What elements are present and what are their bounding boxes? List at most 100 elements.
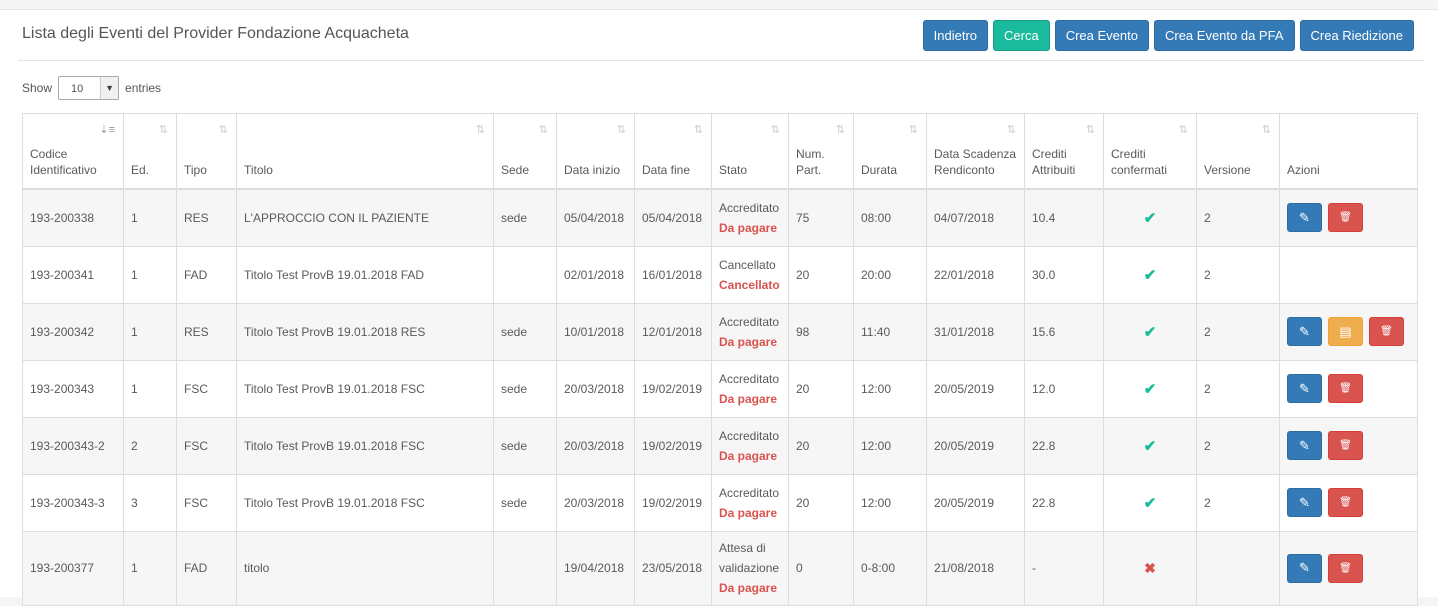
column-header-label: Data Scadenza Rendiconto (934, 147, 1017, 177)
sort-icon: ⇅ (1178, 124, 1188, 136)
payment-status-text: Da pagare (719, 334, 778, 349)
cell-stato: Accreditato Da pagare (711, 188, 789, 247)
cell-confermati: ✔ (1103, 188, 1197, 247)
cell-confermati: ✔ (1103, 416, 1197, 475)
cell-crediti: 30.0 (1024, 245, 1104, 304)
create-event-button[interactable]: Crea Evento (1054, 20, 1149, 51)
column-header[interactable]: Crediti confermati ⇅ (1103, 113, 1197, 190)
edit-button[interactable]: ✎ (1287, 203, 1322, 233)
cell-ed: 1 (123, 188, 177, 247)
delete-button[interactable]: 🗑 (1328, 553, 1363, 583)
cell-fine: 19/02/2019 (634, 359, 712, 418)
search-button[interactable]: Cerca (993, 20, 1050, 51)
delete-button[interactable]: 🗑 (1328, 488, 1363, 517)
column-header[interactable]: Data inizio ⇅ (556, 113, 635, 190)
cell-versione: 2 (1196, 245, 1280, 304)
edit-button[interactable]: ✎ (1287, 374, 1322, 403)
sort-icon: ⇅ (835, 124, 845, 136)
column-header[interactable]: Versione ⇅ (1196, 113, 1280, 190)
create-event-pfa-button[interactable]: Crea Evento da PFA (1153, 20, 1295, 51)
cell-fine: 16/01/2018 (634, 245, 712, 304)
cell-fine: 19/02/2019 (634, 473, 712, 532)
cell-durata: 12:00 (853, 359, 927, 418)
status-text: Accreditato (719, 371, 780, 386)
cell-titolo: titolo (236, 530, 494, 606)
table-row: 193-200343 1 FSC Titolo Test ProvB 19.01.20… (22, 359, 1418, 418)
cell-durata: 0-8:00 (853, 530, 927, 606)
delete-button[interactable]: 🗑 (1328, 431, 1363, 460)
cell-azioni: ✎ 🗑 (1279, 530, 1418, 606)
cell-scadenza: 20/05/2019 (926, 416, 1025, 475)
sort-icon: ⇅ (475, 124, 485, 136)
delete-button[interactable]: 🗑 (1328, 374, 1363, 403)
column-header-label: Crediti confermati (1111, 147, 1168, 177)
pencil-icon: ✎ (1299, 494, 1310, 510)
pencil-icon: ✎ (1299, 323, 1310, 339)
cell-codice: 193-200343 (22, 359, 124, 418)
column-header[interactable]: Crediti Attribuiti ⇅ (1024, 113, 1104, 190)
cell-durata: 12:00 (853, 416, 927, 475)
entries-label: entries (125, 81, 162, 95)
column-header[interactable]: Num. Part. ⇅ (788, 113, 854, 190)
column-header-label: Ed. (131, 163, 150, 177)
pencil-icon: ✎ (1299, 380, 1310, 396)
column-header[interactable]: Ed. ⇅ (123, 113, 177, 190)
create-reedition-button[interactable]: Crea Riedizione (1299, 20, 1414, 51)
cell-sede: sede (493, 473, 557, 532)
column-header[interactable]: Data fine ⇅ (634, 113, 712, 190)
cell-durata: 12:00 (853, 473, 927, 532)
cell-scadenza: 04/07/2018 (926, 188, 1025, 247)
cell-crediti: 15.6 (1024, 302, 1104, 361)
chevron-down-icon: ▼ (100, 77, 119, 99)
cell-confermati: ✔ (1103, 245, 1197, 304)
length-menu: Show 10 ▼ entries (22, 76, 161, 100)
row-actions: ✎ 🗑 (1287, 374, 1410, 403)
delete-button[interactable]: 🗑 (1328, 203, 1363, 233)
table-row: 193-200343-2 2 FSC Titolo Test ProvB 19.01.… (22, 416, 1418, 475)
column-header-label: Crediti Attribuiti (1032, 147, 1076, 177)
delete-button[interactable]: 🗑 (1369, 317, 1404, 346)
payment-status-text: Da pagare (719, 220, 778, 235)
back-button[interactable]: Indietro (922, 20, 989, 51)
cell-tipo: RES (176, 188, 237, 247)
cell-crediti: - (1024, 530, 1104, 606)
entries-select[interactable]: 10 ▼ (58, 76, 120, 100)
cell-ed: 1 (123, 530, 177, 606)
cell-inizio: 02/01/2018 (556, 245, 635, 304)
cell-partecipanti: 0 (788, 530, 854, 606)
document-button[interactable]: ▤ (1328, 317, 1363, 346)
row-actions: ✎ 🗑 (1287, 553, 1410, 583)
column-header[interactable]: Stato ⇅ (711, 113, 789, 190)
payment-status-text: Da pagare (719, 581, 778, 595)
cell-fine: 05/04/2018 (634, 188, 712, 247)
edit-button[interactable]: ✎ (1287, 488, 1322, 517)
column-header[interactable]: Tipo ⇅ (176, 113, 237, 190)
edit-button[interactable]: ✎ (1287, 317, 1322, 346)
cell-crediti: 22.8 (1024, 473, 1104, 532)
cell-inizio: 20/03/2018 (556, 473, 635, 532)
cell-durata: 11:40 (853, 302, 927, 361)
column-header[interactable]: Titolo ⇅ (236, 113, 494, 190)
cell-crediti: 22.8 (1024, 416, 1104, 475)
cell-titolo: L'APPROCCIO CON IL PAZIENTE (236, 188, 494, 247)
sort-icon: ⇅ (218, 124, 228, 136)
pencil-icon: ✎ (1299, 560, 1310, 575)
cell-titolo: Titolo Test ProvB 19.01.2018 FSC (236, 416, 494, 475)
column-header[interactable]: Durata ⇅ (853, 113, 927, 190)
column-header[interactable]: Codice Identificativo ⇣≡ (22, 113, 124, 190)
edit-button[interactable]: ✎ (1287, 431, 1322, 460)
column-header[interactable]: Data Scadenza Rendiconto ⇅ (926, 113, 1025, 190)
column-header-label: Titolo (244, 163, 273, 177)
cell-versione: 2 (1196, 188, 1280, 247)
cell-fine: 12/01/2018 (634, 302, 712, 361)
cell-partecipanti: 20 (788, 473, 854, 532)
cell-stato: Accreditato Da pagare (711, 359, 789, 418)
cell-fine: 23/05/2018 (634, 530, 712, 606)
cell-crediti: 12.0 (1024, 359, 1104, 418)
cell-versione: 2 (1196, 302, 1280, 361)
column-header[interactable]: Sede ⇅ (493, 113, 557, 190)
cell-codice: 193-200341 (22, 245, 124, 304)
cell-sede: sede (493, 188, 557, 247)
edit-button[interactable]: ✎ (1287, 553, 1322, 583)
check-icon: ✔ (1143, 380, 1157, 398)
